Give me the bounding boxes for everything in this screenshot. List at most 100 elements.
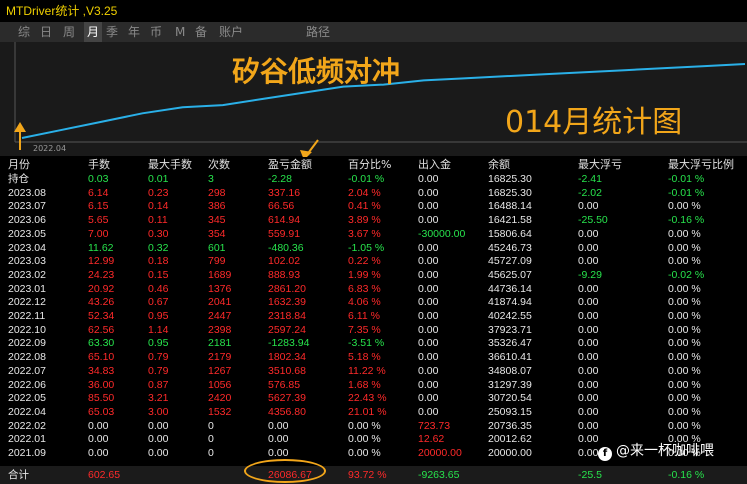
table-row[interactable]: 2022.07 34.83 0.79 1267 3510.68 11.22 % 0.00 34… bbox=[0, 365, 747, 379]
table-row[interactable]: 2022.05 85.50 3.21 2420 5627.39 22.43 % 0.00 30… bbox=[0, 392, 747, 406]
table-cell: -0.01 % bbox=[348, 173, 385, 185]
table-row[interactable]: 2022.08 65.10 0.79 2179 1802.34 5.18 % 0.00 366… bbox=[0, 351, 747, 365]
table-row[interactable]: 2023.02 24.23 0.15 1689 888.93 1.99 % 0.00 4562… bbox=[0, 269, 747, 283]
table-row[interactable]: 2023.05 7.00 0.30 354 559.91 3.67 % -30000.00 1… bbox=[0, 228, 747, 242]
table-cell: 2022.10 bbox=[8, 323, 46, 336]
table-cell: 0.00 bbox=[578, 351, 599, 364]
table-row[interactable]: 持仓 0.03 0.01 3 -2.28 -0.01 % 0.00 16825.30 -2.41… bbox=[0, 173, 747, 187]
table-cell: 20000.00 bbox=[488, 447, 532, 459]
total-cell: -9263.65 bbox=[418, 469, 460, 481]
table-cell: 0.00 % bbox=[668, 378, 701, 391]
table-cell: 6.83 % bbox=[348, 282, 381, 295]
table-cell: 20012.62 bbox=[488, 433, 532, 446]
table-cell: 0.30 bbox=[148, 227, 169, 240]
table-cell: 2022.08 bbox=[8, 351, 46, 364]
table-cell: 0.00 % bbox=[668, 200, 701, 213]
table-cell: 2181 bbox=[208, 337, 232, 350]
table-cell: 0.00 bbox=[578, 405, 599, 418]
table-cell: 0.00 bbox=[418, 241, 439, 254]
column-header[interactable]: 手数 bbox=[88, 157, 110, 173]
table-cell: 65.10 bbox=[88, 351, 115, 364]
table-cell: 3.00 bbox=[148, 405, 169, 418]
table-row[interactable]: 2023.01 20.92 0.46 1376 2861.20 6.83 % 0.00 447… bbox=[0, 283, 747, 297]
watermark-text: @来一杯咖啡喂 bbox=[616, 443, 714, 459]
table-row[interactable]: 2022.12 43.26 0.67 2041 1632.39 4.06 % 0.00 418… bbox=[0, 296, 747, 310]
table-cell: 22.43 % bbox=[348, 392, 387, 405]
table-cell: 5.65 bbox=[88, 214, 109, 227]
column-header[interactable]: 盈亏金额 bbox=[268, 157, 312, 173]
column-header[interactable]: 出入金 bbox=[418, 157, 451, 173]
table-cell: 5627.39 bbox=[268, 392, 306, 405]
table-cell: 0.67 bbox=[148, 296, 169, 309]
table-cell: 41874.94 bbox=[488, 296, 532, 309]
table-row[interactable]: 2023.04 11.62 0.32 601 -480.36 -1.05 % 0.00 452… bbox=[0, 242, 747, 256]
table-cell: 1.14 bbox=[148, 323, 169, 336]
column-header[interactable]: 月份 bbox=[8, 157, 30, 173]
table-cell: 16421.58 bbox=[488, 214, 532, 227]
column-header[interactable]: 最大手数 bbox=[148, 157, 192, 173]
table-cell: 0.00 % bbox=[348, 419, 381, 432]
table-cell: 0.79 bbox=[148, 364, 169, 377]
table-cell: 0.00 bbox=[418, 186, 439, 199]
table-cell: 0.00 % bbox=[348, 447, 381, 459]
column-header[interactable]: 最大浮亏比例 bbox=[668, 157, 734, 173]
column-header[interactable]: 百分比% bbox=[348, 157, 391, 173]
arrow-icon bbox=[14, 122, 26, 150]
table-cell: 0.03 bbox=[88, 173, 109, 185]
table-cell: 1802.34 bbox=[268, 351, 306, 364]
table-cell: 5.18 % bbox=[348, 351, 381, 364]
table-cell: 102.02 bbox=[268, 255, 301, 268]
table-cell: 0.00 bbox=[418, 268, 439, 281]
column-header[interactable]: 余额 bbox=[488, 157, 510, 173]
table-cell: 3.21 bbox=[148, 392, 169, 405]
table-row[interactable]: 2022.06 36.00 0.87 1056 576.85 1.68 % 0.00 3129… bbox=[0, 379, 747, 393]
table-row[interactable]: 2023.08 6.14 0.23 298 337.16 2.04 % 0.00 16825.… bbox=[0, 187, 747, 201]
table-row[interactable]: 2023.03 12.99 0.18 799 102.02 0.22 % 0.00 45727… bbox=[0, 255, 747, 269]
table-cell: 6.14 bbox=[88, 186, 109, 199]
table-cell: 2022.04 bbox=[8, 405, 46, 418]
table-cell: -0.01 % bbox=[668, 186, 705, 199]
table-cell: 0.00 bbox=[418, 364, 439, 377]
table-cell: 1267 bbox=[208, 364, 232, 377]
table-row[interactable]: 2023.07 6.15 0.14 386 66.56 0.41 % 0.00 16488.1… bbox=[0, 200, 747, 214]
table-row[interactable]: 2022.04 65.03 3.00 1532 4356.80 21.01 % 0.00 25… bbox=[0, 406, 747, 420]
table-cell: 66.56 bbox=[268, 200, 295, 213]
table-cell: 0.00 % bbox=[668, 323, 701, 336]
table-cell: 16825.30 bbox=[488, 173, 532, 185]
table-cell: 0.00 % bbox=[668, 405, 701, 418]
table-cell: 0.00 bbox=[148, 419, 169, 432]
table-cell: 63.30 bbox=[88, 337, 115, 350]
table-cell: 3.89 % bbox=[348, 214, 381, 227]
table-row[interactable]: 2023.06 5.65 0.11 345 614.94 3.89 % 0.00 16421.… bbox=[0, 214, 747, 228]
table-cell: 1689 bbox=[208, 268, 232, 281]
table-cell: 0.00 bbox=[418, 296, 439, 309]
table-cell: 0.00 bbox=[88, 447, 109, 459]
table-cell: 4.06 % bbox=[348, 296, 381, 309]
table-cell: 0.00 % bbox=[668, 255, 701, 268]
column-header[interactable]: 最大浮亏 bbox=[578, 157, 622, 173]
table-row[interactable]: 2022.10 62.56 1.14 2398 2597.24 7.35 % 0.00 379… bbox=[0, 324, 747, 338]
total-cell: -25.5 bbox=[578, 469, 602, 481]
table-cell: 31297.39 bbox=[488, 378, 532, 391]
table-row[interactable]: 2022.02 0.00 0.00 0 0.00 0.00 % 723.73 20736.35… bbox=[0, 420, 747, 434]
table-cell: 1.99 % bbox=[348, 268, 381, 281]
table-cell: 0.00 % bbox=[668, 351, 701, 364]
table-cell: 2179 bbox=[208, 351, 232, 364]
table-cell: 0.87 bbox=[148, 378, 169, 391]
table-cell: 0.00 bbox=[578, 200, 599, 213]
table-cell: 0.00 bbox=[578, 241, 599, 254]
table-cell: 0.18 bbox=[148, 255, 169, 268]
table-cell: 0.00 bbox=[418, 173, 439, 185]
table-cell: 2023.03 bbox=[8, 255, 46, 268]
table-cell: 0.22 % bbox=[348, 255, 381, 268]
table-cell: 1056 bbox=[208, 378, 232, 391]
table-row[interactable]: 2022.09 63.30 0.95 2181 -1283.94 -3.51 % 0.00 3… bbox=[0, 337, 747, 351]
table-cell: 0.00 bbox=[578, 419, 599, 432]
table-cell: 0.00 bbox=[578, 282, 599, 295]
table-row[interactable]: 2022.11 52.34 0.95 2447 2318.84 6.11 % 0.00 402… bbox=[0, 310, 747, 324]
table-cell: 0.00 bbox=[578, 323, 599, 336]
column-header[interactable]: 次数 bbox=[208, 157, 230, 173]
table-cell: -25.50 bbox=[578, 214, 608, 227]
weibo-icon: f bbox=[598, 447, 612, 461]
table-cell: 0 bbox=[208, 433, 214, 446]
